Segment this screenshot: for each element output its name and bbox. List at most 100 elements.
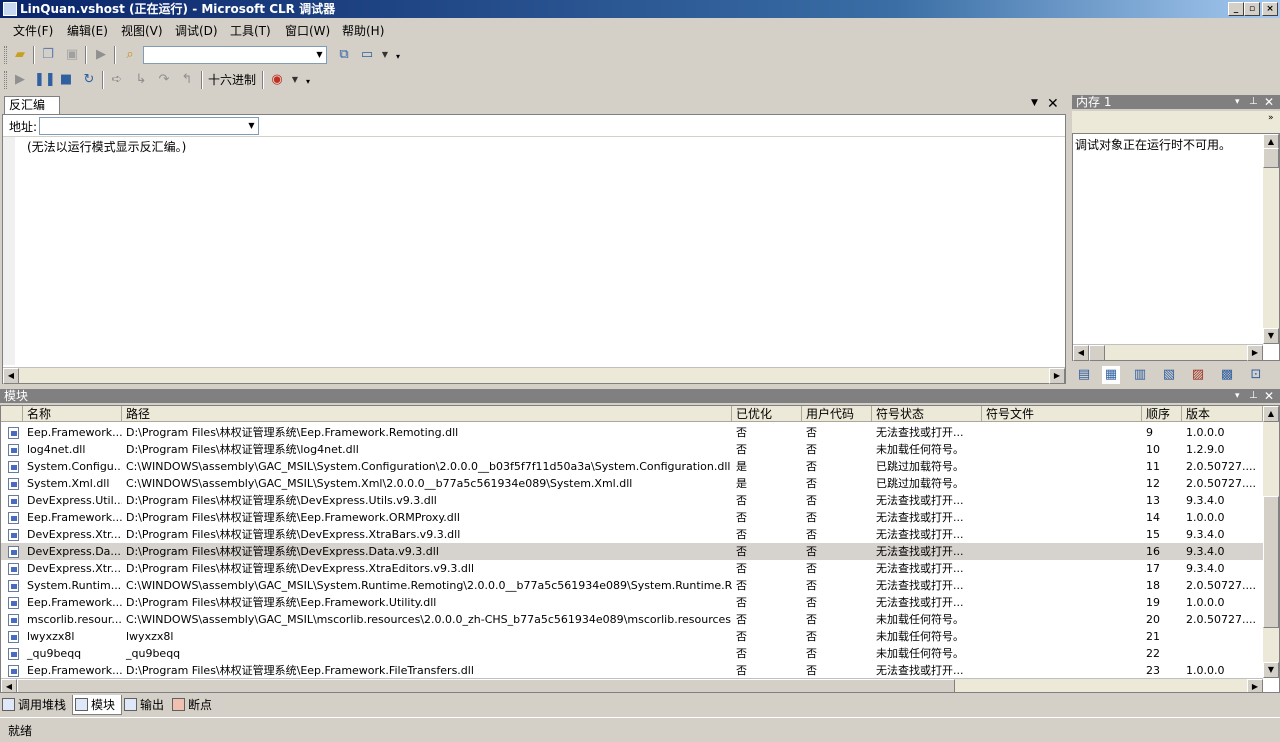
- step-out-icon[interactable]: ↰: [178, 71, 196, 89]
- tab-modules[interactable]: 模块: [72, 695, 122, 715]
- scroll-down-icon[interactable]: ▼: [1263, 662, 1279, 678]
- disassembly-hscrollbar[interactable]: ◀ ▶: [3, 367, 1065, 384]
- table-row[interactable]: System.Xml.dll C:\WINDOWS\assembly\GAC_MS…: [1, 475, 1263, 492]
- memory-vscrollbar[interactable]: ▲ ▼: [1263, 134, 1279, 344]
- column-header-version[interactable]: 版本: [1182, 406, 1263, 422]
- step-over-icon[interactable]: ↷: [155, 71, 173, 89]
- scroll-thumb[interactable]: [17, 679, 955, 692]
- table-row[interactable]: DevExpress.Da... D:\Program Files\林权证管理系统…: [1, 543, 1263, 560]
- chevron-down-icon[interactable]: ▼: [245, 118, 258, 134]
- scroll-left-icon[interactable]: ◀: [1, 679, 17, 692]
- table-row[interactable]: lwyxzx8l lwyxzx8l 否 否 未加载任何符号。 21: [1, 628, 1263, 645]
- modules-vscrollbar[interactable]: ▲ ▼: [1263, 406, 1279, 678]
- watch-tab-icon[interactable]: ▦: [1102, 366, 1120, 384]
- continue-icon[interactable]: ▶: [11, 71, 29, 89]
- restore-button[interactable]: ▫: [1244, 2, 1260, 16]
- table-row[interactable]: Eep.Framework... D:\Program Files\林权证管理系统…: [1, 594, 1263, 611]
- locals-tab-icon[interactable]: ▥: [1131, 366, 1149, 384]
- scroll-thumb[interactable]: [1263, 496, 1279, 628]
- scroll-up-icon[interactable]: ▲: [1263, 406, 1279, 422]
- table-row[interactable]: _qu9beqq _qu9beqq 否 否 未加载任何符号。 22: [1, 645, 1263, 662]
- toolbar-overflow-icon[interactable]: ▾: [303, 72, 313, 88]
- toolbar-overflow-icon[interactable]: ▾: [393, 47, 403, 63]
- menu-debug[interactable]: 调试(D): [174, 23, 219, 39]
- menu-help[interactable]: 帮助(H): [341, 23, 385, 39]
- scroll-right-icon[interactable]: ▶: [1049, 368, 1065, 384]
- column-header-user-code[interactable]: 用户代码: [802, 406, 872, 422]
- window-position-icon[interactable]: ▾: [1235, 389, 1240, 403]
- threads-tab-icon[interactable]: ▨: [1189, 366, 1207, 384]
- autos-tab-icon[interactable]: ▩: [1218, 366, 1236, 384]
- registers-tab-icon[interactable]: ▧: [1160, 366, 1178, 384]
- modules-hscrollbar[interactable]: ◀ ▶: [1, 678, 1263, 692]
- scroll-right-icon[interactable]: ▶: [1247, 679, 1263, 692]
- column-header-optimized[interactable]: 已优化: [732, 406, 802, 422]
- menu-tools[interactable]: 工具(T): [229, 23, 272, 39]
- chevron-down-icon[interactable]: ▼: [286, 71, 304, 89]
- toolbar-grip[interactable]: [4, 46, 7, 64]
- toolbar-overflow-icon[interactable]: »: [1268, 113, 1274, 123]
- address-input[interactable]: ▼: [39, 117, 259, 135]
- table-row[interactable]: Eep.Framework... D:\Program Files\林权证管理系统…: [1, 509, 1263, 526]
- scroll-thumb[interactable]: [1263, 148, 1279, 168]
- tab-call-stack[interactable]: 调用堆栈: [0, 695, 72, 715]
- table-row[interactable]: DevExpress.Xtr... D:\Program Files\林权证管理系…: [1, 526, 1263, 543]
- stop-icon[interactable]: ■: [57, 71, 75, 89]
- restart-icon[interactable]: ↻: [80, 71, 98, 89]
- close-icon[interactable]: ✕: [1047, 96, 1059, 112]
- toolbar-grip[interactable]: [4, 71, 7, 89]
- tab-output[interactable]: 输出: [122, 695, 170, 715]
- table-row[interactable]: DevExpress.Xtr... D:\Program Files\林权证管理系…: [1, 560, 1263, 577]
- window-position-icon[interactable]: ▼: [1031, 98, 1038, 108]
- open-file-icon[interactable]: ▰: [11, 46, 29, 64]
- scroll-thumb[interactable]: [1089, 345, 1105, 361]
- menu-view[interactable]: 视图(V): [120, 23, 164, 39]
- column-header-symbol-status[interactable]: 符号状态: [872, 406, 982, 422]
- break-all-icon[interactable]: ❚❚: [34, 71, 56, 89]
- menu-window[interactable]: 窗口(W): [284, 23, 331, 39]
- column-header-name[interactable]: 名称: [23, 406, 122, 422]
- immediate-tab-icon[interactable]: ⊡: [1247, 366, 1265, 384]
- hex-display-button[interactable]: 十六进制: [208, 71, 256, 89]
- pin-icon[interactable]: ⊥: [1249, 389, 1258, 403]
- chevron-down-icon[interactable]: ▼: [313, 47, 326, 63]
- chevron-down-icon[interactable]: ▼: [376, 46, 394, 64]
- table-row[interactable]: DevExpress.Util... D:\Program Files\林权证管理…: [1, 492, 1263, 509]
- table-row[interactable]: mscorlib.resour... C:\WINDOWS\assembly\GA…: [1, 611, 1263, 628]
- table-row[interactable]: Eep.Framework... D:\Program Files\林权证管理系统…: [1, 662, 1263, 679]
- breakpoint-icon[interactable]: ◉: [268, 71, 286, 89]
- menu-edit[interactable]: 编辑(E): [66, 23, 109, 39]
- scroll-left-icon[interactable]: ◀: [3, 368, 19, 384]
- tab-disassembly[interactable]: 反汇编: [4, 96, 60, 114]
- find-combo[interactable]: ▼: [143, 46, 327, 64]
- copy-icon[interactable]: ❐: [39, 46, 57, 64]
- column-header-symbol-file[interactable]: 符号文件: [982, 406, 1142, 422]
- table-row[interactable]: System.Configu... C:\WINDOWS\assembly\GAC…: [1, 458, 1263, 475]
- table-row[interactable]: Eep.Framework... D:\Program Files\林权证管理系统…: [1, 424, 1263, 441]
- menu-file[interactable]: 文件(F): [12, 23, 54, 39]
- close-button[interactable]: ×: [1262, 2, 1278, 16]
- scroll-down-icon[interactable]: ▼: [1263, 328, 1279, 344]
- minimize-button[interactable]: _: [1228, 2, 1244, 16]
- scroll-left-icon[interactable]: ◀: [1073, 345, 1089, 361]
- memory-hscrollbar[interactable]: ◀ ▶: [1073, 344, 1263, 361]
- column-header-icon[interactable]: [1, 406, 23, 422]
- find-icon[interactable]: ⧉: [335, 46, 353, 64]
- pin-icon[interactable]: ⊥: [1249, 95, 1258, 109]
- paste-icon[interactable]: ▣: [63, 46, 81, 64]
- tab-breakpoints[interactable]: 断点: [170, 695, 220, 715]
- table-row[interactable]: log4net.dll D:\Program Files\林权证管理系统\log4…: [1, 441, 1263, 458]
- column-header-order[interactable]: 顺序: [1142, 406, 1182, 422]
- column-header-path[interactable]: 路径: [122, 406, 732, 422]
- table-row[interactable]: System.Runtim... C:\WINDOWS\assembly\GAC_…: [1, 577, 1263, 594]
- memory-tab-icon[interactable]: ▤: [1075, 366, 1093, 384]
- scroll-right-icon[interactable]: ▶: [1247, 345, 1263, 361]
- show-next-statement-icon[interactable]: ➪: [108, 71, 126, 89]
- window-position-icon[interactable]: ▾: [1235, 95, 1240, 109]
- close-icon[interactable]: ✕: [1264, 389, 1274, 403]
- close-icon[interactable]: ✕: [1264, 95, 1274, 109]
- step-into-icon[interactable]: ↳: [132, 71, 150, 89]
- start-icon[interactable]: ▶: [92, 46, 110, 64]
- find-in-files-icon[interactable]: ⌕: [121, 46, 139, 64]
- window-icon[interactable]: ▭: [358, 46, 376, 64]
